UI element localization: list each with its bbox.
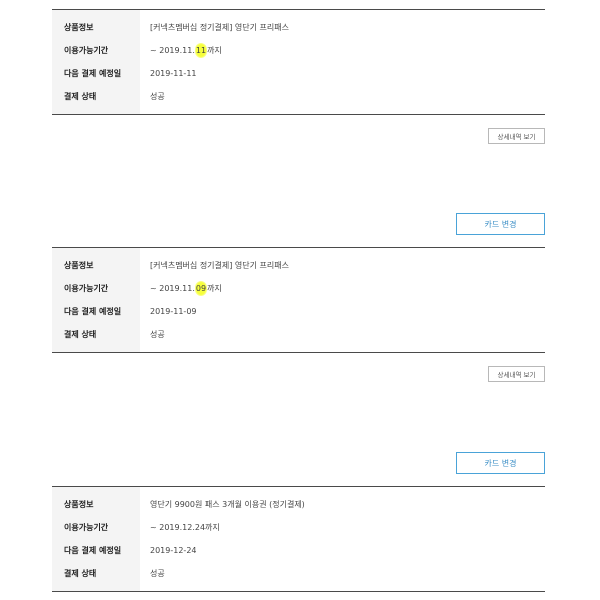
change-card-button[interactable]: 카드 변경 — [456, 213, 545, 235]
period-suffix: 까지 — [207, 284, 222, 293]
period-prefix: ~ 2019.11. — [150, 284, 195, 293]
period-label: 이용가능기간 — [64, 46, 109, 55]
subscription-info-table: 상품정보 이용가능기간 다음 결제 예정일 결제 상태 영단기 9900원 패스… — [52, 486, 545, 592]
period-value: ~ 2019.11. 09 까지 — [140, 277, 545, 300]
value-column: [커넥츠멤버십 정기결제] 영단기 프리패스 ~ 2019.11. 09 까지 20… — [140, 248, 545, 352]
product-label: 상품정보 — [64, 500, 94, 509]
change-card-button[interactable]: 카드 변경 — [456, 452, 545, 474]
value-column: 영단기 9900원 패스 3개월 이용권 (정기결제) ~ 2019.12.24… — [140, 487, 545, 591]
view-details-button[interactable]: 상세내역 보기 — [488, 128, 545, 144]
next-payment-label: 다음 결제 예정일 — [64, 307, 122, 316]
next-payment-value: 2019-12-24 — [150, 546, 197, 555]
status-value: 성공 — [150, 330, 165, 339]
value-column: [커넥츠멤버십 정기결제] 영단기 프리패스 ~ 2019.11. 11 까지 20… — [140, 10, 545, 114]
product-label: 상품정보 — [64, 261, 94, 270]
highlighted-day: 11 — [194, 43, 208, 58]
status-label: 결제 상태 — [64, 569, 97, 578]
label-column: 상품정보 이용가능기간 다음 결제 예정일 결제 상태 — [52, 487, 140, 591]
period-label: 이용가능기간 — [64, 284, 109, 293]
product-value: 영단기 9900원 패스 3개월 이용권 (정기결제) — [150, 500, 305, 509]
period-value: ~ 2019.12.24까지 — [150, 523, 220, 532]
status-label: 결제 상태 — [64, 92, 97, 101]
label-column: 상품정보 이용가능기간 다음 결제 예정일 결제 상태 — [52, 10, 140, 114]
status-value: 성공 — [150, 569, 165, 578]
product-value: [커넥츠멤버십 정기결제] 영단기 프리패스 — [150, 261, 289, 270]
next-payment-label: 다음 결제 예정일 — [64, 69, 122, 78]
subscription-info-table: 상품정보 이용가능기간 다음 결제 예정일 결제 상태 [커넥츠멤버십 정기결제… — [52, 247, 545, 353]
subscription-info-table: 상품정보 이용가능기간 다음 결제 예정일 결제 상태 [커넥츠멤버십 정기결제… — [52, 9, 545, 115]
next-payment-label: 다음 결제 예정일 — [64, 546, 122, 555]
product-value: [커넥츠멤버십 정기결제] 영단기 프리패스 — [150, 23, 289, 32]
period-value: ~ 2019.11. 11 까지 — [140, 39, 545, 62]
label-column: 상품정보 이용가능기간 다음 결제 예정일 결제 상태 — [52, 248, 140, 352]
period-suffix: 까지 — [207, 46, 222, 55]
payment-history-page: 상품정보 이용가능기간 다음 결제 예정일 결제 상태 [커넥츠멤버십 정기결제… — [0, 0, 600, 600]
period-label: 이용가능기간 — [64, 523, 109, 532]
highlighted-day: 09 — [194, 281, 208, 296]
status-value: 성공 — [150, 92, 165, 101]
status-label: 결제 상태 — [64, 330, 97, 339]
period-prefix: ~ 2019.11. — [150, 46, 195, 55]
next-payment-value: 2019-11-11 — [150, 69, 197, 78]
next-payment-value: 2019-11-09 — [150, 307, 197, 316]
view-details-button[interactable]: 상세내역 보기 — [488, 366, 545, 382]
product-label: 상품정보 — [64, 23, 94, 32]
